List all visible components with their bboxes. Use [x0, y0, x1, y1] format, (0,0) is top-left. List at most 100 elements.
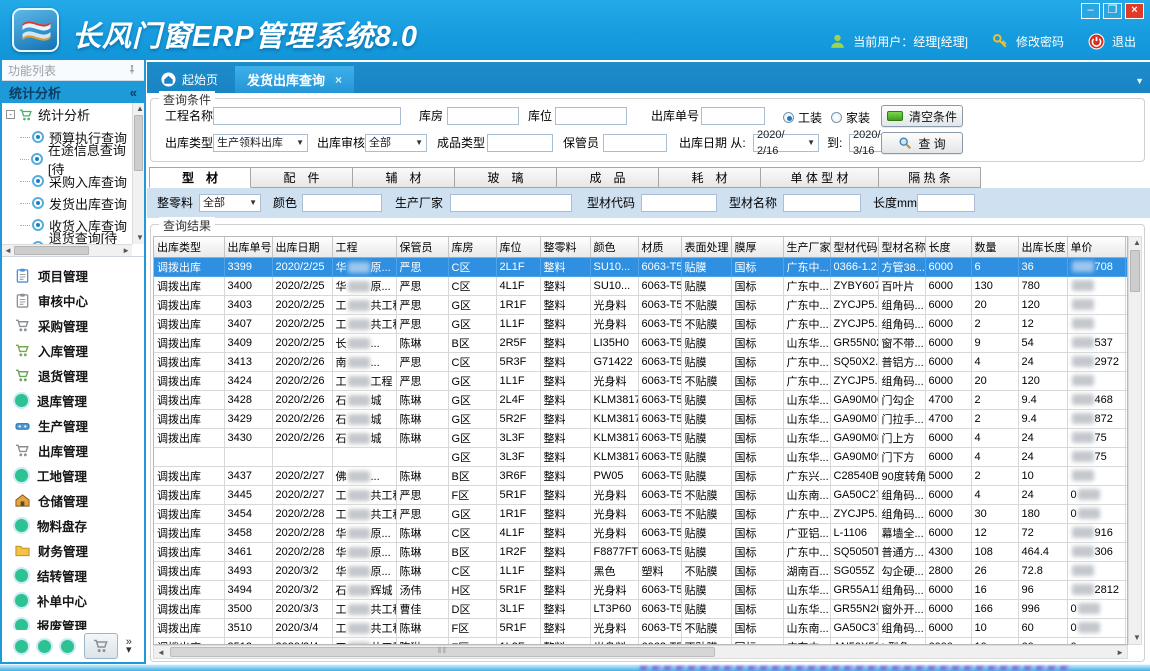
table-row[interactable]: G区3L3F整料KLM38176063-T5贴膜国标山东华...GA90M09.… [154, 447, 1128, 466]
order-no-input[interactable] [701, 107, 765, 125]
overflow-chevron[interactable]: »▾ [126, 638, 132, 654]
manufacturer-input[interactable] [450, 194, 572, 212]
collapse-chevrons-icon[interactable]: « [130, 85, 137, 100]
table-row[interactable]: 调拨出库34242020/2/26工工程严思G区1L1F整料光身料6063-T5… [154, 371, 1128, 390]
material-tab[interactable]: 配 件 [251, 167, 353, 188]
material-tab[interactable]: 玻 璃 [455, 167, 557, 188]
teal-circle-icon[interactable] [38, 640, 51, 653]
sidebar-item-circle-teal[interactable]: 退库管理 [2, 388, 144, 413]
column-header[interactable]: 出库类型 [154, 237, 224, 257]
radio-gongzhuang[interactable]: 工装 [783, 109, 822, 126]
table-row[interactable]: 调拨出库34302020/2/26石城陈琳G区3L3F整料KLM38176063… [154, 428, 1128, 447]
tree-item[interactable]: 退货查询[待定] [2, 236, 132, 244]
sidebar-item-circle-teal[interactable]: 报废管理 [2, 613, 144, 630]
column-header[interactable]: 整零料 [540, 237, 590, 257]
teal-circle-icon[interactable] [15, 640, 28, 653]
table-row[interactable]: 调拨出库34452020/2/27工共工程严思F区5R1F整料光身料6063-T… [154, 485, 1128, 504]
column-header[interactable]: 数量 [971, 237, 1018, 257]
sidebar-item-circle-teal[interactable]: 工地管理 [2, 463, 144, 488]
sidebar-item-cart-grey[interactable]: 采购管理 [2, 313, 144, 338]
column-header[interactable]: 颜色 [590, 237, 638, 257]
color-input[interactable] [302, 194, 382, 212]
length-input[interactable] [917, 194, 975, 212]
sidebar-item-cart-in[interactable]: 入库管理 [2, 338, 144, 363]
product-type-input[interactable] [487, 134, 553, 152]
table-hscrollbar[interactable]: ◄ ► [153, 645, 1128, 659]
tree-item[interactable]: 采购入库查询 [2, 170, 132, 192]
out-type-select[interactable]: 生产领料出库▼ [213, 134, 308, 152]
column-header[interactable]: 长度 [925, 237, 971, 257]
column-header[interactable]: 单价 [1067, 237, 1125, 257]
sidebar-item-circle-teal[interactable]: 结转管理 [2, 563, 144, 588]
tree-root-expander-icon[interactable]: - [6, 110, 15, 119]
logout-link[interactable]: 退出 [1112, 33, 1136, 50]
table-row[interactable]: 调拨出库35002020/3/3工共工程曹佳D区3L1F整料LT3P606063… [154, 599, 1128, 618]
column-header[interactable]: 出库单号 [224, 237, 272, 257]
tree-item[interactable]: 发货出库查询 [2, 192, 132, 214]
tab-shipping-outbound-query[interactable]: 发货出库查询 × [235, 66, 354, 93]
pin-icon[interactable] [126, 64, 138, 76]
table-row[interactable]: 调拨出库34292020/2/26石城陈琳G区5R2F整料KLM38176063… [154, 409, 1128, 428]
table-vscrollbar[interactable]: ▲ ▼ [1128, 236, 1142, 645]
column-header[interactable]: 库位 [496, 237, 540, 257]
maximize-button[interactable]: ❐ [1103, 3, 1122, 19]
cart-toolbar-button[interactable] [84, 633, 118, 659]
search-button[interactable]: 查 询 [881, 132, 963, 154]
table-row[interactable]: 调拨出库34002020/2/25华原...严思C区4L1F整料SU10...6… [154, 276, 1128, 295]
close-button[interactable]: × [1125, 3, 1144, 19]
column-header[interactable]: 生产厂家 [783, 237, 830, 257]
profile-code-input[interactable] [641, 194, 717, 212]
radio-jiazhuang[interactable]: 家装 [831, 109, 870, 126]
material-tab[interactable]: 单 体 型 材 [761, 167, 879, 188]
date-from-input[interactable]: 2020/ 2/16▼ [753, 134, 819, 152]
column-header[interactable]: 型材代码 [830, 237, 878, 257]
location-input[interactable] [555, 107, 627, 125]
column-header[interactable]: 型材名称 [878, 237, 925, 257]
table-row[interactable]: 调拨出库34282020/2/26石城陈琳G区2L4F整料KLM38176063… [154, 390, 1128, 409]
table-row[interactable]: 调拨出库34582020/2/28华原...陈琳C区4L1F整料光身料6063-… [154, 523, 1128, 542]
sidebar-item-circle-teal[interactable]: 补单中心 [2, 588, 144, 613]
table-row[interactable]: 调拨出库34372020/2/27佛...陈琳B区3R6F整料PW056063-… [154, 466, 1128, 485]
tab-close-icon[interactable]: × [335, 73, 342, 87]
table-row[interactable]: 调拨出库35122020/3/4工共工程陈琳F区1L2F整料光身料6063-T5… [154, 637, 1128, 645]
material-tab[interactable]: 型 材 [149, 167, 251, 188]
zhengling-select[interactable]: 全部▼ [199, 194, 261, 212]
column-header[interactable]: 出库长度 [1018, 237, 1067, 257]
tree-hscrollbar[interactable]: ◄ ► [2, 244, 132, 256]
column-header[interactable]: 工程 [332, 237, 396, 257]
table-row[interactable]: 调拨出库34032020/2/25工共工程严思G区1R1F整料光身料6063-T… [154, 295, 1128, 314]
table-row[interactable]: 调拨出库34072020/2/25工共工程严思G区1L1F整料光身料6063-T… [154, 314, 1128, 333]
material-tab[interactable]: 耗 材 [659, 167, 761, 188]
table-row[interactable]: 调拨出库34612020/2/28华原...陈琳B区1R2F整料F8877FT6… [154, 542, 1128, 561]
tree-root[interactable]: - 统计分析 [2, 103, 132, 126]
sidebar-item-cart-out[interactable]: 出库管理 [2, 438, 144, 463]
out-audit-select[interactable]: 全部▼ [365, 134, 427, 152]
sidebar-item-warehouse[interactable]: 仓储管理 [2, 488, 144, 513]
minimize-button[interactable]: – [1081, 3, 1100, 19]
table-row[interactable]: 调拨出库34132020/2/26南...严思C区5R3F整料G71422606… [154, 352, 1128, 371]
teal-circle-icon[interactable] [61, 640, 74, 653]
table-row[interactable]: 调拨出库34942020/3/2石辉城汤伟H区5R1F整料光身料6063-T5贴… [154, 580, 1128, 599]
warehouse-input[interactable] [447, 107, 519, 125]
material-tab[interactable]: 辅 材 [353, 167, 455, 188]
sidebar-item-folder-yellow[interactable]: 财务管理 [2, 538, 144, 563]
tree-item[interactable]: 在途信息查询[待 [2, 148, 132, 170]
section-header[interactable]: 统计分析 « [2, 81, 144, 103]
clear-conditions-button[interactable]: 清空条件 [881, 105, 963, 127]
material-tab[interactable]: 成 品 [557, 167, 659, 188]
project-name-input[interactable] [213, 107, 401, 125]
column-header[interactable]: 出库日期 [272, 237, 332, 257]
sidebar-item-circle-teal[interactable]: 物料盘存 [2, 513, 144, 538]
sidebar-item-cart-return[interactable]: 退货管理 [2, 363, 144, 388]
column-header[interactable]: 膜厚 [731, 237, 783, 257]
column-header[interactable]: 表面处理 [681, 237, 731, 257]
sidebar-item-machine-blue[interactable]: 生产管理 [2, 413, 144, 438]
table-row[interactable]: 调拨出库35102020/3/4工共工程陈琳F区5R1F整料光身料6063-T5… [154, 618, 1128, 637]
tab-home[interactable]: 起始页 [149, 66, 230, 93]
table-row[interactable]: 调拨出库34092020/2/25长...陈琳B区2R5F整料LI35H0606… [154, 333, 1128, 352]
keeper-input[interactable] [603, 134, 667, 152]
profile-name-input[interactable] [783, 194, 861, 212]
table-row[interactable]: 调拨出库34932020/3/2华原...陈琳C区1L1F整料黑色塑料不贴膜国标… [154, 561, 1128, 580]
column-header[interactable]: 材质 [638, 237, 681, 257]
sidebar-item-clipboard-check[interactable]: 审核中心 [2, 288, 144, 313]
